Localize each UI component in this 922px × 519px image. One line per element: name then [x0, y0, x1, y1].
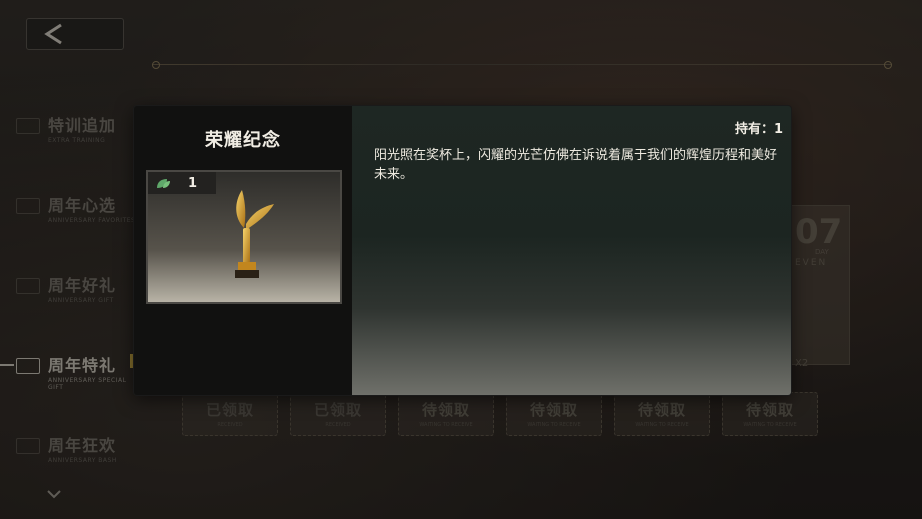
- item-thumbnail: 1: [146, 170, 342, 304]
- owned-count: 持有：1: [734, 122, 783, 137]
- item-description: 阳光照在奖杯上，闪耀的光芒仿佛在诉说着属于我们的辉煌历程和美好未来。: [374, 148, 778, 182]
- item-count: 1: [188, 175, 198, 191]
- item-preview-panel: 荣耀纪念 1: [134, 106, 352, 395]
- item-count-badge: 1: [148, 172, 216, 194]
- item-name: 荣耀纪念: [205, 130, 281, 151]
- item-description-panel: 持有：1 阳光照在奖杯上，闪耀的光芒仿佛在诉说着属于我们的辉煌历程和美好未来。: [352, 106, 791, 395]
- golden-trophy-icon: [235, 190, 274, 278]
- item-detail-popup: 荣耀纪念 1 持有：1 阳光照在奖杯上，闪耀的光芒仿佛在诉说着属于我们的辉煌历程…: [134, 106, 791, 395]
- leaf-icon: [157, 179, 170, 188]
